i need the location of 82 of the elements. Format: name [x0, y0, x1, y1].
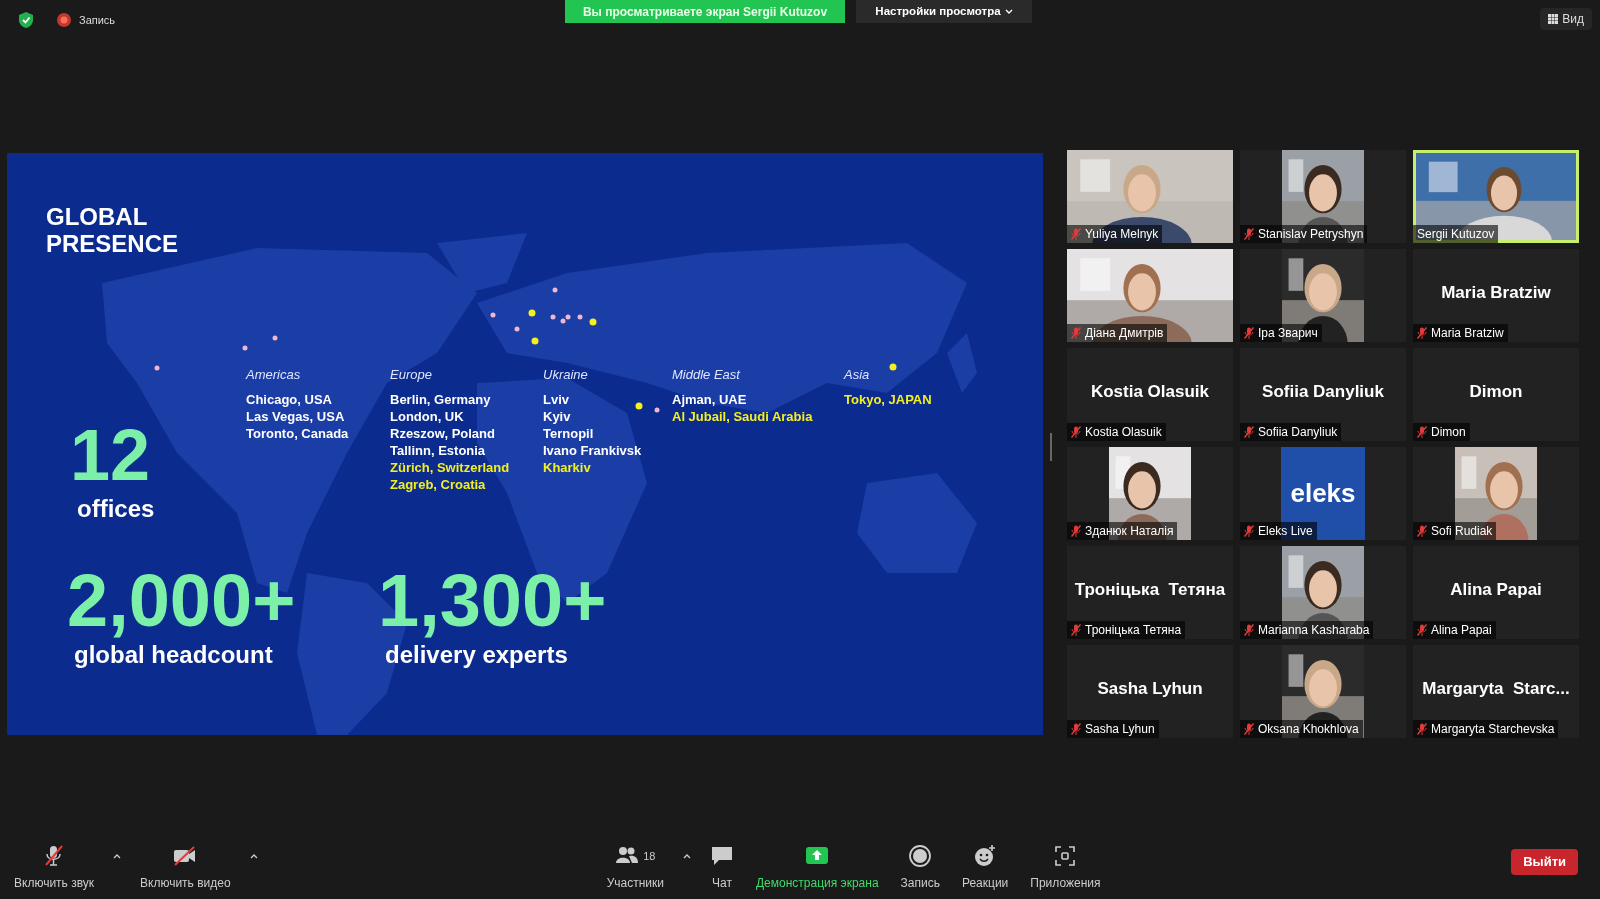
chat-bubble-icon: [709, 844, 734, 868]
toolbar-button[interactable]: Включить видео: [134, 842, 237, 892]
toolbar-button[interactable]: Включить звук: [8, 842, 101, 892]
shield-icon: [18, 11, 34, 29]
participant-display-name: Троніцька Тетяна: [1074, 578, 1226, 601]
participant-name: Kostia Olasuik: [1085, 424, 1162, 441]
city-name: Tallinn, Estonia: [390, 441, 486, 459]
participant-name: Dimon: [1431, 424, 1466, 441]
stat-value: 12: [70, 415, 151, 495]
participant-display-name: Maria Bratziw: [1441, 281, 1551, 304]
toolbar-button[interactable]: Приложения: [1024, 842, 1107, 892]
city-name: Kyiv: [543, 407, 571, 425]
participant-name: Sofi Rudiak: [1431, 523, 1493, 540]
city-name: Tokyo, JAPAN: [844, 390, 932, 408]
city-name: Rzeszow, Poland: [390, 424, 495, 442]
caret-icon: [682, 853, 691, 859]
participant-display-name: Sasha Lyhun: [1097, 677, 1203, 700]
participant-name: Marianna Kasharaba: [1258, 622, 1370, 639]
stat-label: offices: [77, 495, 155, 523]
city-name: Toronto, Canada: [246, 424, 349, 442]
apps-icon: [1053, 844, 1078, 868]
share-banner: Вы просматриваете экран Sergii Kutuzov: [565, 0, 845, 23]
participant-count: 18: [643, 848, 656, 864]
view-options-button[interactable]: Настройки просмотра: [856, 0, 1032, 23]
stat-value: 1,300+: [378, 561, 607, 641]
region-heading: Ukraine: [543, 366, 589, 384]
record-icon: [908, 844, 933, 868]
stat-label: delivery experts: [385, 641, 568, 669]
slide-title: GLOBAL PRESENCE: [46, 203, 180, 257]
record-icon: [57, 13, 71, 27]
city-name: Kharkiv: [543, 458, 591, 476]
city-name: London, UK: [390, 407, 464, 425]
participant-name: Іра Зварич: [1258, 325, 1318, 342]
city-name: Chicago, USA: [246, 390, 332, 408]
toolbar-button[interactable]: Чат: [703, 842, 740, 892]
caret-icon: [249, 853, 258, 859]
participant-name: Діана Дмитрів: [1085, 325, 1164, 342]
participant-display-name: Dimon: [1469, 380, 1523, 403]
stat-value: 2,000+: [67, 561, 296, 641]
stat-label: global headcount: [74, 641, 273, 669]
participant-name: Sasha Lyhun: [1085, 721, 1155, 738]
caret-icon: [1004, 8, 1013, 15]
camera-off-icon: [173, 844, 198, 868]
participant-display-name: Sofiia Danyliuk: [1262, 380, 1384, 403]
participant-name: Sergii Kutuzov: [1417, 226, 1495, 243]
participant-name: Stanislav Petryshyn: [1258, 226, 1364, 243]
participant-name: Троніцька Тетяна: [1085, 622, 1182, 639]
participant-name: Margaryta Starchevska: [1431, 721, 1555, 738]
participant-name: Alina Papai: [1431, 622, 1492, 639]
toolbar-button[interactable]: Запись: [894, 842, 946, 892]
participant-display-name: Kostia Olasuik: [1090, 380, 1210, 403]
toolbar-button[interactable]: Демонстрация экрана: [749, 842, 885, 892]
recording-label: Запись: [79, 12, 116, 28]
participant-display-name: Alina Papai: [1450, 578, 1542, 601]
participant-name: Yuliya Melnyk: [1085, 226, 1159, 243]
region-heading: Europe: [390, 366, 433, 384]
toolbar-button[interactable]: 18 Участники: [600, 842, 670, 892]
participant-name: Oksana Khokhlova: [1258, 721, 1359, 738]
region-heading: Asia: [844, 366, 871, 384]
city-name: Zürich, Switzerland: [390, 458, 510, 476]
view-button[interactable]: Вид: [1540, 8, 1592, 30]
city-name: Al Jubail, Saudi Arabia: [672, 407, 813, 425]
smiley-icon: [973, 844, 998, 868]
city-name: Berlin, Germany: [390, 390, 491, 408]
toolbar-button[interactable]: Реакции: [955, 842, 1015, 892]
caret-icon: [113, 853, 122, 859]
city-name: Ivano Frankivsk: [543, 441, 642, 459]
region-heading: Americas: [246, 366, 302, 384]
grid-icon: [1548, 14, 1559, 24]
participant-name: Зданюк Наталія: [1085, 523, 1174, 540]
participant-name: Sofiia Danyliuk: [1258, 424, 1338, 441]
participant-display-name: Margaryta Starc...: [1422, 677, 1570, 700]
leave-button[interactable]: Выйти: [1511, 849, 1578, 875]
microphone-off-icon: [42, 844, 66, 868]
city-name: Zagreb, Croatia: [390, 475, 486, 493]
participant-name: Eleks Live: [1258, 523, 1313, 540]
city-name: Las Vegas, USA: [246, 407, 345, 425]
city-name: Ajman, UAE: [672, 390, 747, 408]
region-heading: Middle East: [672, 366, 742, 384]
city-name: Lviv: [543, 390, 569, 408]
city-name: Ternopil: [543, 424, 594, 442]
participant-name: Maria Bratziw: [1431, 325, 1504, 342]
